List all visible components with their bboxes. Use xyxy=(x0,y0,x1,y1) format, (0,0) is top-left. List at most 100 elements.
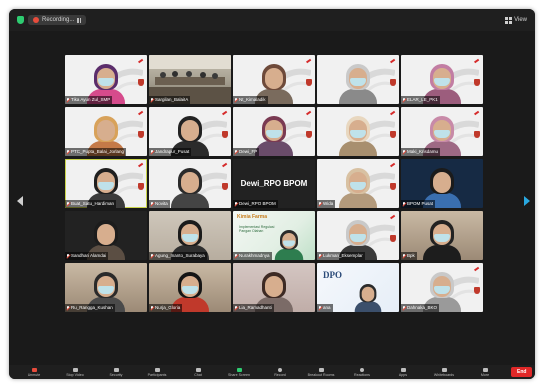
participant-name: Nurakhmadnya xyxy=(239,253,270,258)
participant-name: Wida xyxy=(323,201,334,206)
bpom-logo-icon xyxy=(137,110,144,115)
participant-tile[interactable]: Dewi_RPO BPOM Dewi_RPO BPOM xyxy=(233,159,315,208)
participant-name: PTC_Pupta_Balai_Jorlang xyxy=(71,149,125,154)
record-dot-icon xyxy=(33,17,39,23)
whiteboard-button[interactable]: Whiteboards xyxy=(429,367,459,377)
apps-icon xyxy=(400,367,406,372)
share-screen-button[interactable]: Share Screen xyxy=(224,367,254,377)
participant-video xyxy=(338,60,378,104)
participant-tile[interactable]: Wida xyxy=(317,159,399,208)
view-switcher[interactable]: View xyxy=(505,16,527,24)
participant-tile[interactable] xyxy=(317,55,399,104)
participant-tile[interactable]: Tika Ayun Zul_SMP xyxy=(65,55,147,104)
toolbar-label: Stop Video xyxy=(66,372,84,377)
bpom-badge-icon xyxy=(138,183,144,190)
participant-tile[interactable]: BPOM Pusat xyxy=(401,159,483,208)
end-meeting-button[interactable]: End xyxy=(511,367,533,377)
apps-button[interactable]: Apps xyxy=(388,367,418,377)
muted-microphone-icon xyxy=(66,97,70,103)
muted-microphone-icon xyxy=(402,253,406,259)
muted-microphone-icon xyxy=(234,305,238,311)
bpom-badge-icon xyxy=(390,235,396,242)
pause-icon[interactable] xyxy=(77,17,82,23)
participant-tile[interactable]: Dewi_FP xyxy=(233,107,315,156)
participant-tile[interactable]: Agung_Inanto_Surabaya xyxy=(149,211,231,260)
participant-tile[interactable]: Nt_Kimaladik xyxy=(233,55,315,104)
participant-name: Sandhari Alamdai xyxy=(71,253,107,258)
participant-name: Dewi_FP xyxy=(239,149,258,154)
record-button[interactable]: Record xyxy=(265,367,295,377)
chat-button[interactable]: Chat xyxy=(183,367,213,377)
recording-label: Recording... xyxy=(42,17,75,23)
participant-tile[interactable]: Jandrapur_Pusat xyxy=(149,107,231,156)
participant-tile[interactable]: Lukman_Eksemplar xyxy=(317,211,399,260)
toolbar-label: Record xyxy=(274,372,286,377)
slide-brand: Kimia Farma xyxy=(237,214,268,220)
bpom-logo-icon xyxy=(473,110,480,115)
participant-name: Sargilan_BalaiIA xyxy=(155,97,189,102)
more-button[interactable]: More xyxy=(470,367,500,377)
participant-tile[interactable]: Sargilan_BalaiIA xyxy=(149,55,231,104)
participant-name: ELAR_LE_PK1 xyxy=(407,97,438,102)
participant-tile[interactable]: Buat_Satu_Hardiman xyxy=(65,159,147,208)
participant-tile[interactable]: Lia_Ramadhanti xyxy=(233,263,315,312)
muted-microphone-icon xyxy=(234,201,238,207)
muted-microphone-icon xyxy=(150,253,154,259)
shield-icon xyxy=(113,367,119,372)
participant-tile[interactable]: Sandhari Alamdai xyxy=(65,211,147,260)
participants-button[interactable]: Participants xyxy=(142,367,172,377)
muted-microphone-icon xyxy=(318,305,322,311)
participant-name-tag: Lukman_Eksemplar xyxy=(317,252,365,260)
participant-name-tag: Dewi_FP xyxy=(233,148,260,156)
bpom-badge-icon xyxy=(222,131,228,138)
participant-tile[interactable]: ELAR_LE_PK1 xyxy=(401,55,483,104)
previous-page-arrow-icon[interactable] xyxy=(17,196,23,206)
reactions-button[interactable]: Reactions xyxy=(347,367,377,377)
next-page-arrow-icon[interactable] xyxy=(524,196,530,206)
participant-name-tag: Tika Ayun Zul_SMP xyxy=(65,96,113,104)
toolbar-label: Apps xyxy=(398,372,408,377)
participant-name: Lukman_Eksemplar xyxy=(323,253,363,258)
participant-tile[interactable]: PTC_Pupta_Balai_Jorlang xyxy=(65,107,147,156)
participant-tile[interactable]: Nurja_Gloria xyxy=(149,263,231,312)
security-shield-icon[interactable] xyxy=(17,16,24,24)
participant-tile[interactable]: Maki_Krisdamu xyxy=(401,107,483,156)
participant-tile[interactable]: Bpk xyxy=(401,211,483,260)
bpom-logo-icon xyxy=(305,58,312,63)
muted-microphone-icon xyxy=(234,253,238,259)
participant-name-tag: Wida xyxy=(317,200,336,208)
bpom-logo-icon xyxy=(389,110,396,115)
participant-name-tag: Dahnaka_BKO xyxy=(401,304,440,312)
participant-name-tag: Ru_Rangga_Kushan xyxy=(65,304,115,312)
participant-tile[interactable]: Dahnaka_BKO xyxy=(401,263,483,312)
chat-icon xyxy=(195,367,201,372)
participant-name-tag: Nurja_Gloria xyxy=(149,304,183,312)
microphone-button[interactable]: Unmute xyxy=(19,367,49,377)
shield-button[interactable]: Security xyxy=(101,367,131,377)
participant-tile[interactable]: Kimia Farma Implementasi Regulasi Pangan … xyxy=(233,211,315,260)
recording-indicator[interactable]: Recording... xyxy=(28,15,87,25)
muted-microphone-icon xyxy=(402,201,406,207)
breakout-rooms-button[interactable]: Breakout Rooms xyxy=(306,367,336,377)
bpom-badge-icon xyxy=(222,183,228,190)
participant-tile[interactable]: DPO ana xyxy=(317,263,399,312)
muted-microphone-icon xyxy=(318,201,322,207)
muted-microphone-icon xyxy=(150,149,154,155)
participant-tile[interactable] xyxy=(317,107,399,156)
whiteboard-icon xyxy=(441,367,447,372)
video-camera-icon xyxy=(72,367,78,372)
participant-tile[interactable]: Novita xyxy=(149,159,231,208)
muted-microphone-icon xyxy=(150,201,154,207)
slide-title: Implementasi Regulasi Pangan Olahan xyxy=(239,225,275,233)
muted-microphone-icon xyxy=(66,253,70,259)
share-screen-icon xyxy=(236,367,242,372)
bpom-logo-icon xyxy=(389,162,396,167)
participant-name-tag: Sargilan_BalaiIA xyxy=(149,96,191,104)
video-camera-button[interactable]: Stop Video xyxy=(60,367,90,377)
slide-brand: DPO xyxy=(323,270,342,280)
participant-name: Bpk xyxy=(407,253,415,258)
participant-name-tag: Sandhari Alamdai xyxy=(65,252,109,260)
participant-tile[interactable]: Ru_Rangga_Kushan xyxy=(65,263,147,312)
participant-name-tag: Buat_Satu_Hardiman xyxy=(65,200,117,208)
participant-name-tag: Nurakhmadnya xyxy=(233,252,272,260)
